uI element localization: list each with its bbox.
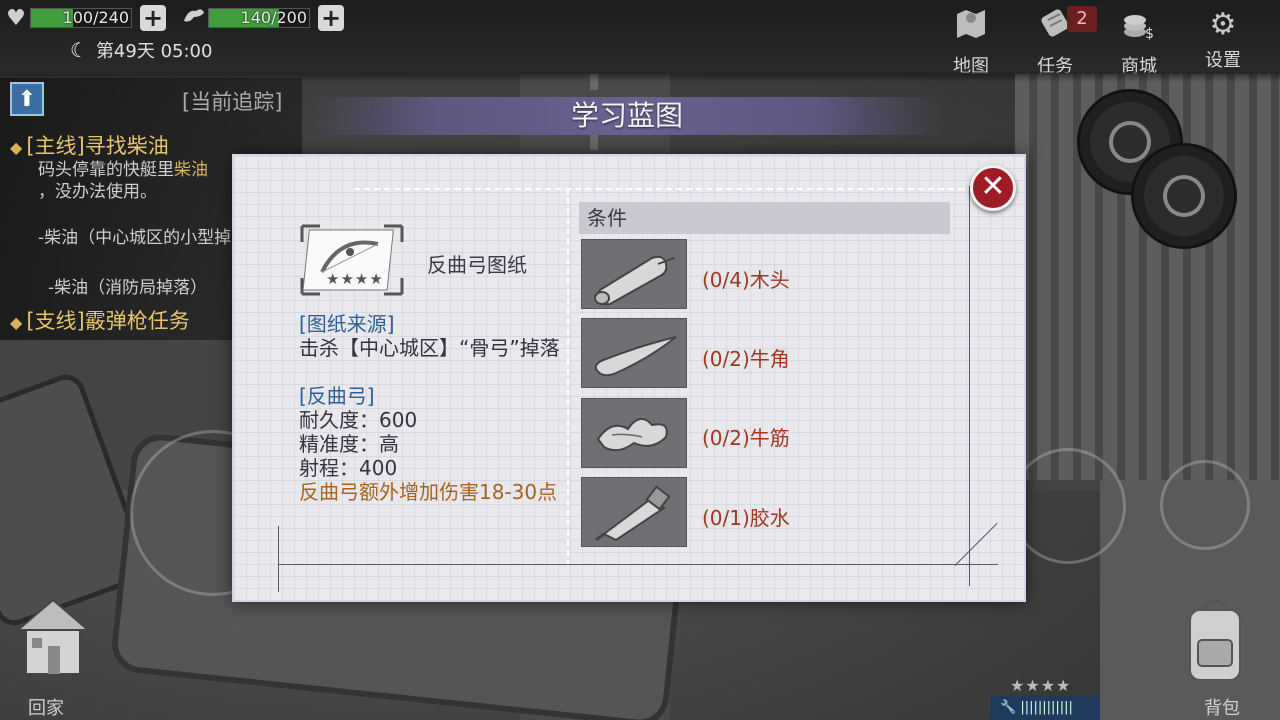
close-icon: ✕ <box>980 169 1006 204</box>
day-time-text: 第49天 05:00 <box>95 41 213 62</box>
divider <box>954 522 998 567</box>
objective-2: -柴油（消防局掉落） <box>48 278 208 298</box>
divider <box>278 564 998 565</box>
conditions-header: 条件 <box>579 202 950 234</box>
health-stat: ♥ 100/240 + <box>2 5 166 31</box>
moon-icon: ☾ <box>70 38 88 62</box>
gear-icon: ⚙ <box>1209 7 1237 42</box>
accuracy-stat: 精准度：高 <box>299 432 399 456</box>
glue-tube-icon <box>595 485 671 542</box>
ox-horn-icon <box>594 336 677 377</box>
durability-stat: 耐久度：600 <box>299 408 418 432</box>
material-glue-label: (0/1)胶水 <box>702 506 790 530</box>
backpack-icon <box>1189 599 1241 681</box>
desc-text-a: 码头停靠的快艇里 <box>38 160 174 180</box>
quest-icon: ◆ <box>10 138 23 157</box>
quest-icon: ◆ <box>10 313 23 332</box>
weapon-stars: ★★★★ <box>1010 676 1072 695</box>
source-header: [图纸来源] <box>299 312 395 336</box>
svg-text:$: $ <box>1145 26 1154 40</box>
desc-text-b: ，没办法使用。 <box>38 182 157 202</box>
material-slot-wood[interactable] <box>581 239 687 309</box>
health-value: 100/240 <box>62 8 129 27</box>
stamina-stat: 140/200 + <box>180 5 344 31</box>
material-slot-horn[interactable] <box>581 318 687 388</box>
day-time: ☾ 第49天 05:00 <box>70 37 212 63</box>
nav-shop-button[interactable]: $ 商城 <box>1109 6 1169 78</box>
material-tendon-label: (0/2)牛筋 <box>702 426 790 450</box>
heart-icon: ♥ <box>6 5 26 31</box>
arm-icon <box>180 5 208 31</box>
top-hud: ♥ 100/240 + 140/200 + ☾ 第49天 05:00 地图 任务… <box>0 0 1280 82</box>
divider <box>278 526 279 592</box>
bag-label: 背包 <box>1204 698 1240 719</box>
blueprint-name: 反曲弓图纸 <box>427 253 527 277</box>
source-text: 击杀【中心城区】“骨弓”掉落 <box>299 336 560 360</box>
wood-log-icon <box>594 255 675 306</box>
material-horn-label: (0/2)牛角 <box>702 347 790 371</box>
add-stamina-button[interactable]: + <box>318 5 344 31</box>
nav-settings-label: 设置 <box>1205 50 1241 71</box>
divider <box>969 186 970 586</box>
close-button[interactable]: ✕ <box>970 165 1016 211</box>
run-button-ring[interactable] <box>1160 460 1250 550</box>
house-icon <box>15 598 91 675</box>
dialog-title-bar: 学习蓝图 <box>312 97 942 135</box>
material-wood-label: (0/4)木头 <box>702 268 790 292</box>
damage-bonus: 反曲弓额外增加伤害18-30点 <box>299 480 558 504</box>
range-stat: 射程：400 <box>299 456 398 480</box>
desc-highlight: 柴油 <box>174 160 208 180</box>
side-quest[interactable]: ◆ [支线]霰弹枪任务 <box>10 305 190 335</box>
stamina-value: 140/200 <box>240 8 307 27</box>
home-button[interactable] <box>8 590 98 680</box>
add-health-button[interactable]: + <box>140 5 166 31</box>
quest-badge: 2 <box>1067 6 1097 32</box>
coins-icon: $ <box>1109 6 1169 50</box>
nav-settings-button[interactable]: ⚙ 设置 <box>1193 6 1253 72</box>
health-bar: 100/240 <box>30 8 132 28</box>
material-slot-glue[interactable] <box>581 477 687 547</box>
ox-tendon-icon <box>596 418 668 452</box>
divider <box>354 188 974 190</box>
tire-2 <box>1134 146 1234 246</box>
nav-map-button[interactable]: 地图 <box>941 6 1001 78</box>
tracker-title: [当前追踪] <box>182 90 283 114</box>
home-label: 回家 <box>28 698 64 719</box>
nav-quest-button[interactable]: 任务 2 <box>1025 6 1097 78</box>
equipped-weapon[interactable]: 🔧 |||||||||||| <box>990 696 1100 720</box>
backpack-button[interactable] <box>1180 590 1250 690</box>
material-slot-tendon[interactable] <box>581 398 687 468</box>
nav-quest-label: 任务 <box>1037 56 1073 77</box>
nav-map-label: 地图 <box>953 56 989 77</box>
side-quest-title: [支线]霰弹枪任务 <box>26 309 190 333</box>
dialog-title: 学习蓝图 <box>570 99 683 132</box>
attack-button-ring[interactable] <box>1010 448 1126 564</box>
blueprint-icon: ★★★★ <box>300 224 404 296</box>
collapse-tracker-button[interactable]: ⬆ <box>10 82 44 116</box>
map-icon <box>941 6 1001 50</box>
divider <box>567 188 569 566</box>
main-quest-title: [主线]寻找柴油 <box>26 134 169 158</box>
nav-shop-label: 商城 <box>1121 56 1157 77</box>
item-header: [反曲弓] <box>299 384 375 408</box>
blueprint-stars: ★★★★ <box>326 270 384 288</box>
stamina-bar: 140/200 <box>208 8 310 28</box>
main-quest[interactable]: ◆ [主线]寻找柴油 <box>10 130 169 160</box>
